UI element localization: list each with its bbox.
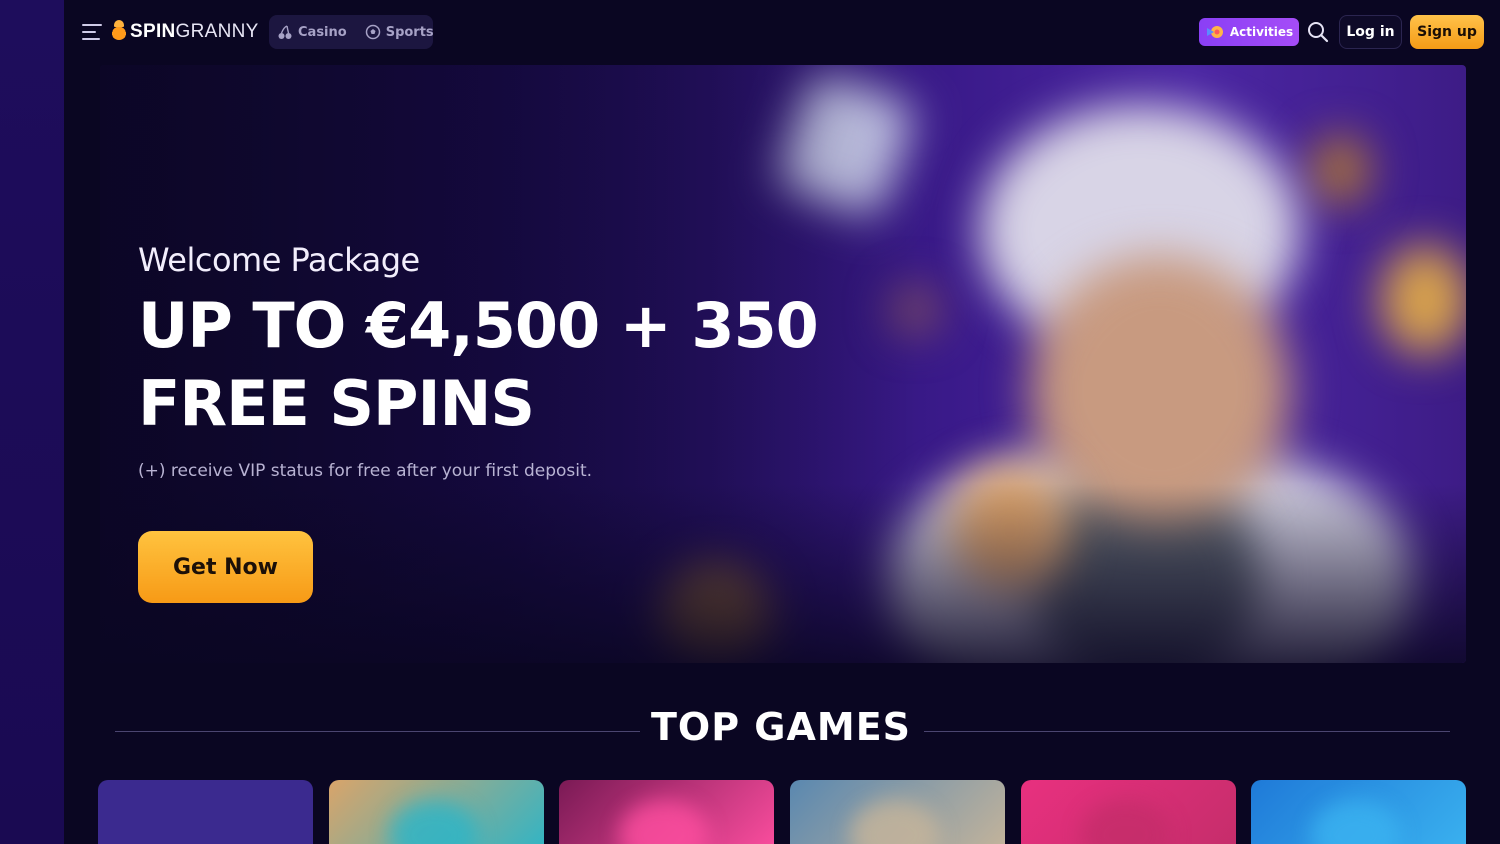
hero-title-line-1: UP TO €4,500 + 350 [138, 289, 819, 362]
logo-text: SPINGRANNY [130, 21, 259, 42]
game-card[interactable] [790, 780, 1005, 844]
spingranny-logo[interactable]: SPINGRANNY [111, 18, 259, 46]
signup-button[interactable]: Sign up [1410, 15, 1484, 49]
game-thumbnail-image [850, 800, 940, 844]
granny-logo-icon [111, 20, 127, 40]
top-header: SPINGRANNY Casino Sports Activities Log … [0, 0, 1500, 64]
hero-title-line-2: FREE SPINS [138, 367, 535, 440]
activities-button[interactable]: Activities [1199, 18, 1299, 46]
game-thumbnail-image [1311, 800, 1401, 844]
top-games-row [98, 780, 1466, 844]
nav-item-sports-label: Sports [385, 24, 434, 40]
game-card[interactable] [329, 780, 544, 844]
game-thumbnail-image [389, 800, 479, 844]
search-icon[interactable] [1307, 21, 1329, 43]
activities-icon [1206, 26, 1223, 38]
hero-kicker: Welcome Package [138, 241, 420, 279]
game-card[interactable] [1251, 780, 1466, 844]
hamburger-menu-icon[interactable] [82, 24, 102, 40]
nav-item-sports[interactable]: Sports [365, 24, 434, 40]
hero-subtitle: (+) receive VIP status for free after yo… [138, 461, 593, 481]
login-button[interactable]: Log in [1339, 15, 1402, 49]
nav-item-casino[interactable]: Casino [277, 24, 347, 40]
nav-item-casino-label: Casino [298, 24, 347, 40]
soccer-ball-icon [365, 24, 380, 40]
game-card[interactable] [1021, 780, 1236, 844]
left-sidebar-strip [0, 0, 64, 844]
game-thumbnail-image [1081, 800, 1171, 844]
section-divider-left [115, 731, 640, 732]
get-now-button[interactable]: Get Now [138, 531, 313, 603]
hero-banner: Welcome Package UP TO €4,500 + 350 FREE … [100, 65, 1466, 663]
game-card[interactable] [98, 780, 313, 844]
game-thumbnail-image [619, 800, 709, 844]
game-card[interactable] [559, 780, 774, 844]
cherry-icon [278, 25, 292, 39]
hero-title: UP TO €4,500 + 350 FREE SPINS [138, 287, 858, 443]
main-nav: Casino Sports [269, 15, 434, 49]
top-games-heading: TOP GAMES [650, 705, 912, 749]
activities-label: Activities [1229, 25, 1294, 39]
section-divider-right [924, 731, 1450, 732]
